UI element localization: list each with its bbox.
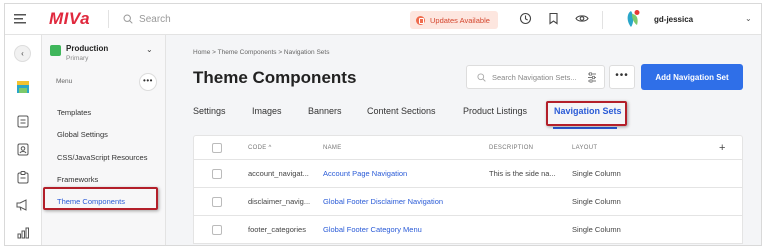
global-search-placeholder: Search [139, 13, 171, 25]
store-name: Production [66, 44, 109, 53]
update-icon [416, 15, 425, 25]
table-row[interactable]: disclaimer_navig... Global Footer Discla… [193, 188, 743, 216]
avatar[interactable] [622, 8, 644, 30]
page-title: Theme Components [193, 68, 357, 87]
search-icon [123, 14, 133, 24]
hamburger-menu-icon[interactable] [5, 14, 35, 24]
catalog-icon[interactable] [15, 169, 31, 185]
tab-settings[interactable]: Settings [193, 106, 226, 116]
top-bar: MIVa Search Updates Available gd-jessica… [5, 4, 761, 35]
customers-icon[interactable] [15, 141, 31, 157]
column-header-name[interactable]: NAME [323, 136, 342, 159]
sidebar-item-css-javascript-resources[interactable]: CSS/JavaScript Resources [57, 153, 147, 162]
table-row[interactable]: account_navigat... Account Page Navigati… [193, 160, 743, 188]
row-code: account_navigat... [248, 169, 309, 178]
menu-more-button[interactable]: ••• [139, 73, 157, 91]
filter-icon[interactable] [587, 72, 597, 83]
topbar-icons [519, 12, 589, 25]
sidebar: Production Primary ⌄ Menu ••• Templates … [42, 35, 166, 245]
username[interactable]: gd-jessica [654, 15, 693, 24]
divider [602, 11, 603, 29]
table-row[interactable]: footer_categories Global Footer Category… [193, 216, 743, 244]
navigation-sets-table: CODE ^ NAME DESCRIPTION LAYOUT + account… [193, 135, 743, 244]
more-options-button[interactable]: ••• [609, 65, 635, 89]
row-code: disclaimer_navig... [248, 197, 311, 206]
sidebar-item-global-settings[interactable]: Global Settings [57, 130, 108, 139]
miva-logo[interactable]: MIVa [49, 9, 90, 29]
menu-label: Menu [56, 78, 73, 85]
store-subtitle: Primary [66, 55, 89, 62]
marketing-icon[interactable] [15, 197, 31, 213]
updates-label: Updates Available [430, 15, 490, 25]
tab-highlight-box [546, 101, 627, 126]
row-checkbox[interactable] [212, 188, 222, 215]
tab-banners[interactable]: Banners [308, 106, 342, 116]
reports-icon[interactable] [15, 225, 31, 241]
row-layout: Single Column [572, 225, 621, 234]
store-status-indicator [50, 45, 61, 56]
breadcrumb: Home > Theme Components > Navigation Set… [193, 49, 330, 56]
row-layout: Single Column [572, 197, 621, 206]
row-layout: Single Column [572, 169, 621, 178]
tab-content-sections[interactable]: Content Sections [367, 106, 436, 116]
row-name-link[interactable]: Global Footer Category Menu [323, 216, 422, 243]
active-tab-indicator [553, 127, 617, 129]
icon-rail: ‹ [5, 35, 42, 245]
search-placeholder: Search Navigation Sets... [492, 72, 577, 82]
add-column-icon[interactable]: + [719, 136, 725, 159]
row-description: This is the side na... [489, 169, 556, 178]
row-checkbox[interactable] [212, 160, 222, 187]
collapse-sidebar-button[interactable]: ‹ [14, 45, 31, 62]
store-selector[interactable]: Production Primary [50, 44, 108, 62]
add-navigation-set-button[interactable]: Add Navigation Set [641, 64, 743, 90]
column-header-description[interactable]: DESCRIPTION [489, 136, 533, 159]
sidebar-item-frameworks[interactable]: Frameworks [57, 175, 98, 184]
table-header: CODE ^ NAME DESCRIPTION LAYOUT + [193, 135, 743, 160]
updates-available-button[interactable]: Updates Available [410, 11, 498, 29]
tab-product-listings[interactable]: Product Listings [463, 106, 527, 116]
chevron-down-icon[interactable]: ⌄ [745, 14, 752, 23]
select-all-checkbox[interactable] [212, 136, 222, 159]
history-icon[interactable] [519, 12, 532, 25]
navigation-sets-search-input[interactable]: Search Navigation Sets... [466, 65, 605, 89]
column-header-layout[interactable]: LAYOUT [572, 136, 597, 159]
eye-icon[interactable] [575, 13, 589, 24]
tab-images[interactable]: Images [252, 106, 282, 116]
row-code: footer_categories [248, 225, 306, 234]
column-header-code[interactable]: CODE ^ [248, 136, 272, 159]
row-checkbox[interactable] [212, 216, 222, 243]
chevron-down-icon[interactable]: ⌄ [146, 45, 153, 54]
divider [108, 10, 110, 28]
orders-icon[interactable] [15, 113, 31, 129]
sidebar-highlight-box [43, 187, 158, 210]
search-icon [477, 72, 486, 82]
global-search[interactable]: Search [123, 14, 171, 25]
row-name-link[interactable]: Account Page Navigation [323, 160, 407, 187]
row-name-link[interactable]: Global Footer Disclaimer Navigation [323, 188, 443, 215]
storefront-icon[interactable] [15, 79, 31, 95]
bookmark-icon[interactable] [548, 12, 559, 25]
sidebar-item-templates[interactable]: Templates [57, 108, 91, 117]
